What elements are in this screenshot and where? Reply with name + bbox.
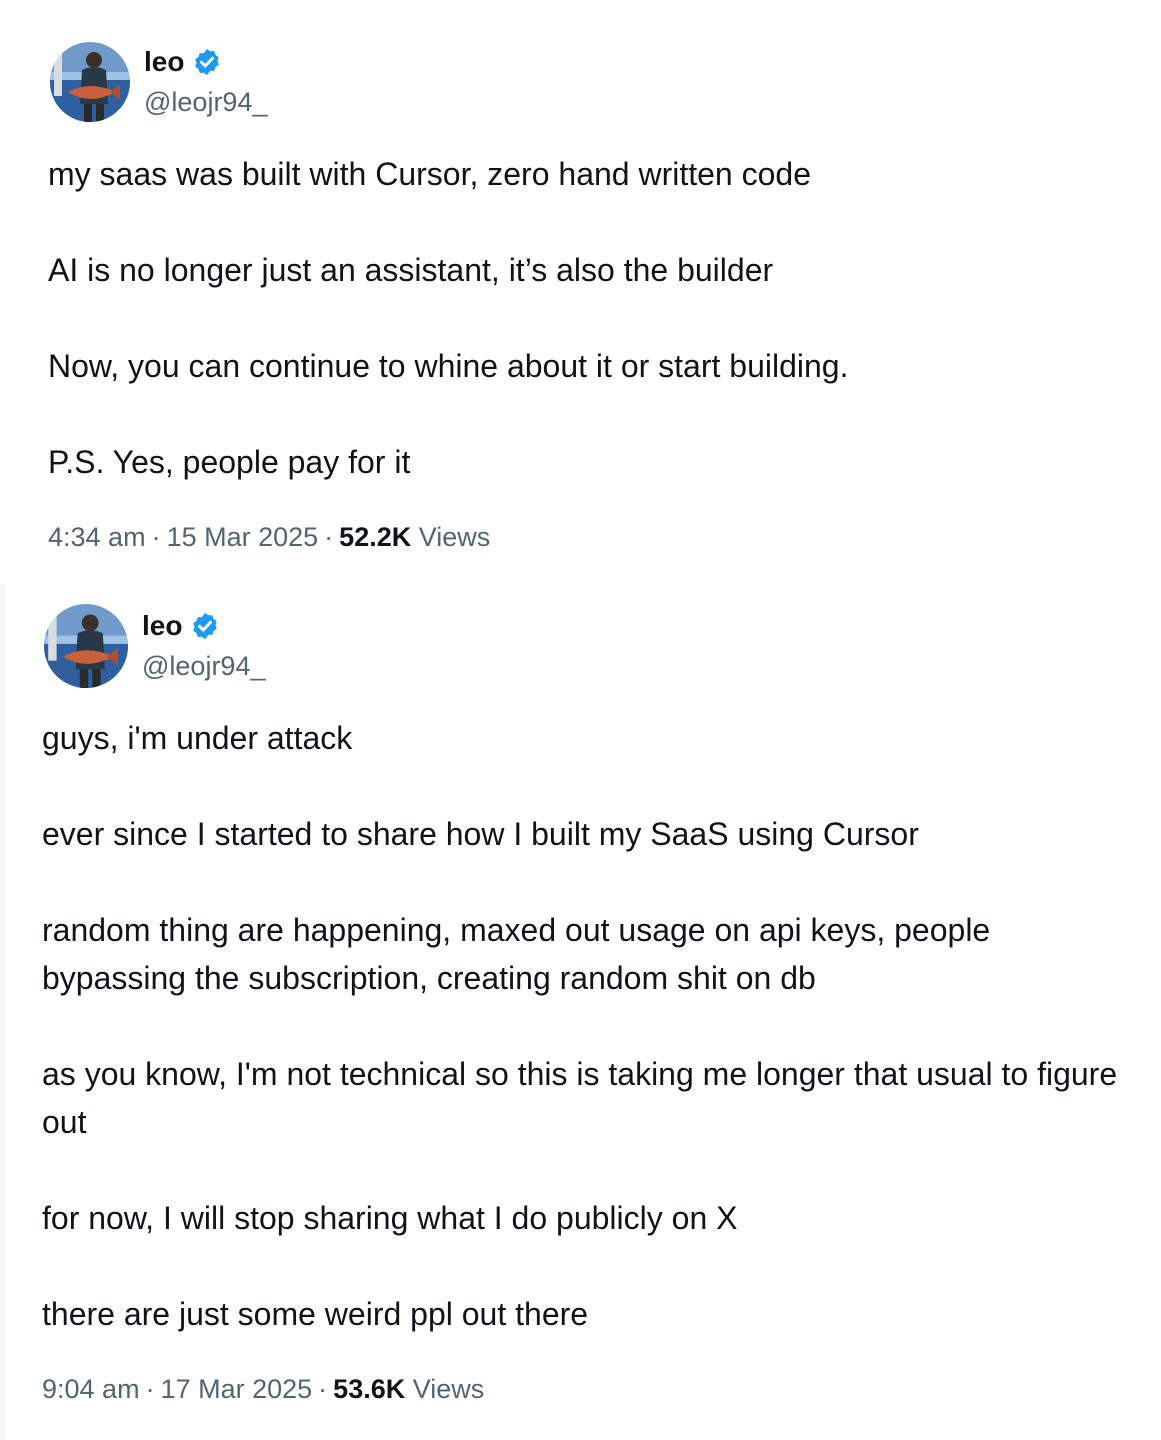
tweet-time[interactable]: 4:34 am	[48, 522, 146, 552]
tweet-time[interactable]: 9:04 am	[42, 1374, 140, 1404]
tweet-paragraph: AI is no longer just an assistant, it’s …	[48, 252, 774, 288]
verified-badge-icon	[193, 612, 218, 640]
tweet-date[interactable]: 15 Mar 2025	[167, 522, 319, 552]
tweet-card[interactable]: leo @leojr94_ guys, i'm under attack eve…	[0, 584, 1161, 1440]
tweet-paragraph: random thing are happening, maxed out us…	[42, 912, 1000, 996]
tweet-paragraph: as you know, I'm not technical so this i…	[42, 1056, 1127, 1140]
tweet-text: my saas was built with Cursor, zero hand…	[48, 150, 1128, 486]
separator-dot: ·	[145, 1374, 155, 1404]
tweet-paragraph: there are just some weird ppl out there	[42, 1296, 589, 1332]
avatar[interactable]	[50, 42, 130, 122]
views-count: 53.6K	[333, 1374, 406, 1404]
avatar-photo-icon	[44, 604, 128, 688]
avatar-photo-icon	[50, 42, 130, 122]
verified-badge-icon	[195, 48, 220, 76]
separator-dot: ·	[318, 1374, 328, 1404]
avatar[interactable]	[44, 604, 128, 688]
views-label: Views	[418, 522, 491, 552]
separator-dot: ·	[324, 522, 334, 552]
tweet-paragraph: Now, you can continue to whine about it …	[48, 348, 849, 384]
name-row: leo	[142, 609, 265, 643]
tweet-paragraph: guys, i'm under attack	[42, 720, 353, 756]
name-row: leo	[144, 45, 267, 79]
separator-dot: ·	[151, 522, 161, 552]
tweet-header: leo @leojr94_	[44, 604, 265, 688]
tweet-text: guys, i'm under attack ever since I star…	[42, 714, 1142, 1338]
tweet-paragraph: P.S. Yes, people pay for it	[48, 444, 411, 480]
views-label: Views	[412, 1374, 485, 1404]
tweet-card[interactable]: leo @leojr94_ my saas was built with Cur…	[0, 0, 1161, 578]
tweet-meta: 9:04 am · 17 Mar 2025 · 53.6K Views	[42, 1372, 484, 1406]
tweet-meta: 4:34 am · 15 Mar 2025 · 52.2K Views	[48, 520, 490, 554]
tweet-header: leo @leojr94_	[50, 42, 267, 122]
user-handle[interactable]: @leojr94_	[144, 85, 267, 119]
user-info: leo @leojr94_	[144, 45, 267, 119]
tweet-paragraph: my saas was built with Cursor, zero hand…	[48, 156, 811, 192]
display-name[interactable]: leo	[144, 45, 184, 79]
tweet-paragraph: ever since I started to share how I buil…	[42, 816, 919, 852]
user-handle[interactable]: @leojr94_	[142, 649, 265, 683]
user-info: leo @leojr94_	[142, 609, 265, 683]
tweet-date[interactable]: 17 Mar 2025	[161, 1374, 313, 1404]
display-name[interactable]: leo	[142, 609, 182, 643]
views-count: 52.2K	[339, 522, 412, 552]
tweet-paragraph: for now, I will stop sharing what I do p…	[42, 1200, 738, 1236]
